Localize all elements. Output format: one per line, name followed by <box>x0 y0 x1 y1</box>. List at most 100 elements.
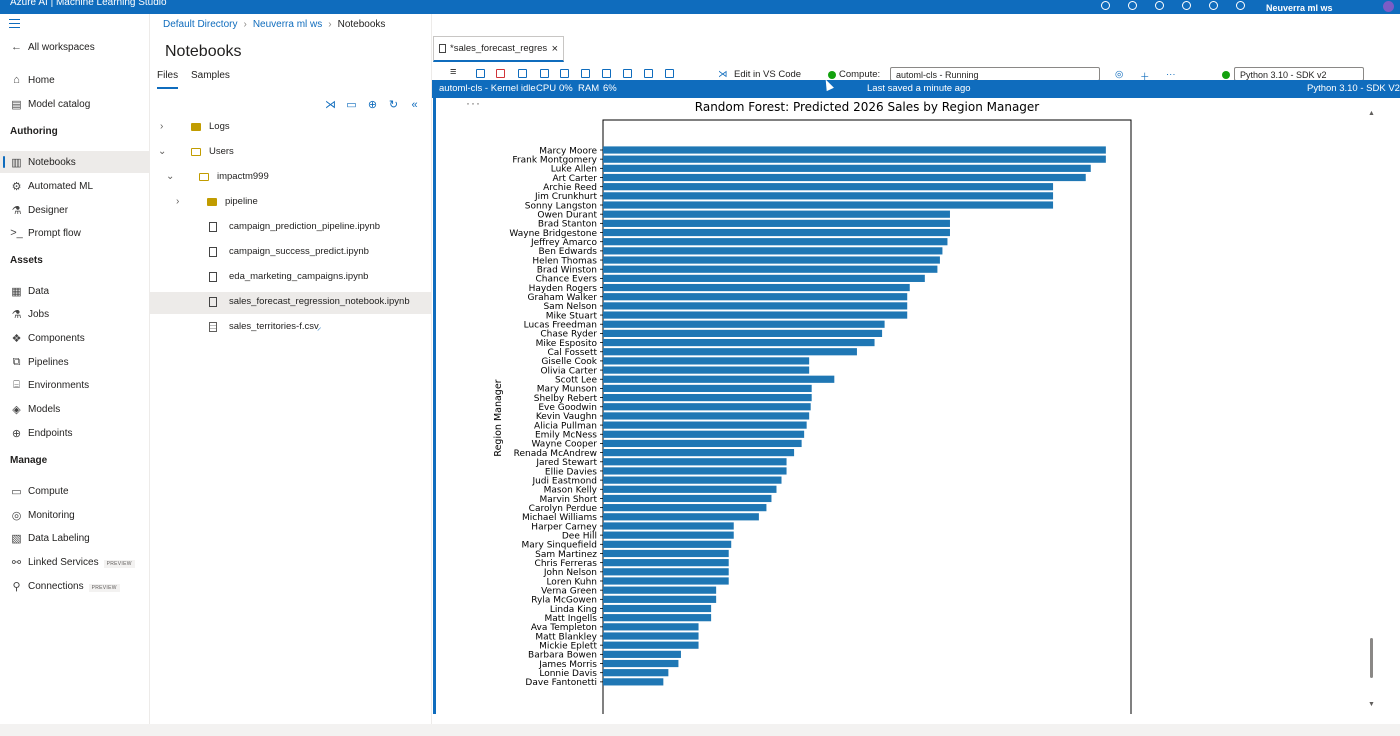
scroll-down-icon[interactable]: ▼ <box>1368 701 1375 708</box>
nav-label: Components <box>28 332 85 344</box>
menu-icon[interactable] <box>9 19 20 31</box>
vscode-icon[interactable]: ⋊ <box>324 98 337 111</box>
breadcrumb-workspace[interactable]: Neuverra ml ws <box>253 19 322 30</box>
tree-file[interactable]: campaign_success_predict.ipynb <box>150 242 431 264</box>
kernel-dropdown[interactable]: Python 3.10 - SDK v2 <box>1234 67 1364 81</box>
help-icon[interactable] <box>1101 1 1110 10</box>
file-explorer-panel: Default Directory › Neuverra ml ws › Noteboo… <box>150 14 432 724</box>
python-version[interactable]: Python 3.10 - SDK V2 <box>1307 83 1400 94</box>
tab-files[interactable]: Files <box>157 70 179 89</box>
bar <box>603 522 734 530</box>
close-icon[interactable]: × <box>552 43 558 55</box>
smiley-icon[interactable] <box>1236 1 1245 10</box>
nav-linked-services[interactable]: ⚯ Linked Services PREVIEW <box>0 551 149 573</box>
nav-label: Designer <box>28 204 69 216</box>
nav-components[interactable]: ❖ Components <box>0 327 149 349</box>
nav-designer[interactable]: ⚗ Designer <box>0 199 149 221</box>
nav-monitoring[interactable]: ◎ Monitoring <box>0 504 149 526</box>
compute-details-icon[interactable]: ◎ <box>1115 69 1123 80</box>
feedback-icon[interactable] <box>1182 1 1191 10</box>
bar <box>603 238 948 246</box>
save-status: Last saved a minute ago <box>867 83 971 94</box>
nav-prompt-flow[interactable]: >_ Prompt flow <box>0 222 149 244</box>
nav-data-labeling[interactable]: ▧ Data Labeling <box>0 527 149 549</box>
y-tick-label: Dave Fantonetti <box>525 678 597 688</box>
nav-all-workspaces[interactable]: ← All workspaces <box>0 36 149 58</box>
compute-icon: ▭ <box>11 485 22 498</box>
bar <box>603 467 787 475</box>
notifications-icon[interactable] <box>1128 1 1137 10</box>
settings-icon[interactable] <box>1155 1 1164 10</box>
bar <box>603 201 1054 209</box>
nav-connections[interactable]: ⚲ Connections PREVIEW <box>0 575 149 597</box>
nav-notebooks[interactable]: ▥ Notebooks <box>0 151 149 173</box>
table-icon[interactable] <box>602 69 611 78</box>
avatar[interactable] <box>1383 1 1394 12</box>
link-icon: ⚯ <box>11 556 22 569</box>
nav-automated-ml[interactable]: ⚙ Automated ML <box>0 175 149 197</box>
stop-icon[interactable] <box>496 69 505 78</box>
menu-icon[interactable]: ≡ <box>450 66 456 78</box>
tree-file-selected[interactable]: sales_forecast_regression_notebook.ipynb <box>150 292 431 314</box>
bar <box>603 192 1054 200</box>
tab-samples[interactable]: Samples <box>191 70 230 81</box>
tree-label: sales_forecast_regression_notebook.ipynb <box>229 296 410 307</box>
chevron-right-icon[interactable]: › <box>160 121 163 132</box>
more-icon[interactable]: ··· <box>466 98 481 110</box>
nav-model-catalog[interactable]: ▤ Model catalog <box>0 93 149 115</box>
nav-jobs[interactable]: ⚗ Jobs <box>0 303 149 325</box>
workspace-name[interactable]: Neuverra ml ws <box>1266 3 1333 13</box>
bar <box>603 210 950 218</box>
add-file-icon[interactable]: ⊕ <box>366 98 379 111</box>
bar <box>603 678 664 686</box>
save-icon[interactable] <box>560 69 569 78</box>
restart-icon[interactable] <box>518 69 527 78</box>
question-icon[interactable] <box>1209 1 1218 10</box>
bar <box>603 274 925 282</box>
bar <box>603 293 908 301</box>
nav-environments[interactable]: ⌸ Environments <box>0 374 149 396</box>
run-all-icon[interactable] <box>476 69 485 78</box>
scroll-thumb[interactable] <box>1370 638 1373 678</box>
terminal-icon[interactable] <box>644 69 653 78</box>
chevron-down-icon[interactable]: ⌄ <box>158 146 166 157</box>
tree-folder-logs[interactable]: › Logs <box>150 117 431 139</box>
notebook-editor: *sales_forecast_regres × ≡ ⋊ Edit in VS … <box>432 14 1400 724</box>
bar <box>603 485 777 493</box>
collapse-panel-icon[interactable]: « <box>408 98 421 111</box>
tree-file[interactable]: campaign_prediction_pipeline.ipynb <box>150 217 431 239</box>
jobs-icon: ⚗ <box>11 308 22 321</box>
tree-label: campaign_prediction_pipeline.ipynb <box>229 221 381 232</box>
tree-file[interactable]: sales_territories-f.csv ⸝ <box>150 317 431 339</box>
nav-compute[interactable]: ▭ Compute <box>0 480 149 502</box>
scrollbar[interactable]: ▲ ▼ <box>1366 98 1378 714</box>
nav-data[interactable]: ▦ Data <box>0 280 149 302</box>
breadcrumb-directory[interactable]: Default Directory <box>163 19 237 30</box>
more-icon[interactable]: ··· <box>1166 69 1176 80</box>
nav-models[interactable]: ◈ Models <box>0 398 149 420</box>
edit-in-vscode-button[interactable]: Edit in VS Code <box>734 69 801 80</box>
nav-label: All workspaces <box>28 41 95 53</box>
tree-folder-user[interactable]: ⌄ impactm999 <box>150 167 431 189</box>
bar <box>603 641 699 649</box>
refresh-icon[interactable]: ↻ <box>387 98 400 111</box>
variables-icon[interactable] <box>581 69 590 78</box>
nav-home[interactable]: ⌂ Home <box>0 69 149 91</box>
tree-file[interactable]: eda_marketing_campaigns.ipynb <box>150 267 431 289</box>
tree-folder-pipeline[interactable]: › pipeline <box>150 192 431 214</box>
clear-icon[interactable] <box>540 69 549 78</box>
compute-dropdown[interactable]: automl-cls - Running <box>890 67 1100 81</box>
scroll-up-icon[interactable]: ▲ <box>1368 110 1375 117</box>
nav-pipelines[interactable]: ⧉ Pipelines <box>0 351 149 373</box>
chevron-down-icon[interactable]: ⌄ <box>166 171 174 182</box>
share-icon[interactable] <box>665 69 674 78</box>
bar <box>603 595 717 603</box>
folder-open-icon <box>191 148 201 156</box>
notebook-tab[interactable]: *sales_forecast_regres × <box>433 36 564 62</box>
nav-endpoints[interactable]: ⊕ Endpoints <box>0 422 149 444</box>
terminal-icon[interactable]: ▭ <box>345 98 358 111</box>
tree-folder-users[interactable]: ⌄ Users <box>150 142 431 164</box>
outline-icon[interactable] <box>623 69 632 78</box>
preview-badge: PREVIEW <box>88 583 120 592</box>
chevron-right-icon[interactable]: › <box>176 196 179 207</box>
